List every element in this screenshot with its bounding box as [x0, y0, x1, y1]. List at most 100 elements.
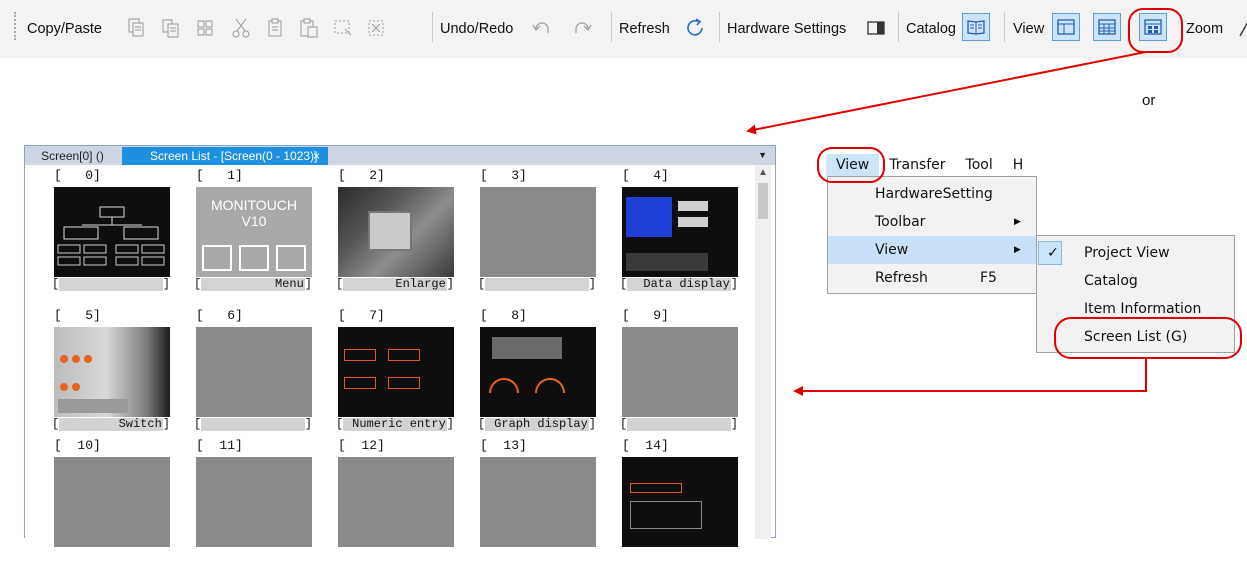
screen-thumbnail: [338, 457, 454, 547]
cpu-image: [368, 211, 412, 251]
toolbar-separator: [432, 12, 433, 42]
menu-h[interactable]: H: [1003, 154, 1034, 176]
redo-icon[interactable]: [570, 16, 594, 40]
value-box: [678, 217, 708, 227]
screen-item[interactable]: [ 5] [Switch]: [48, 305, 172, 435]
catalog-label: Catalog: [906, 0, 956, 58]
tab-screen-list[interactable]: Screen List - [Screen(0 - 1023)] ×: [122, 147, 328, 165]
screen-thumbnail: [196, 327, 312, 417]
menu-item-item-information[interactable]: Item Information: [1037, 295, 1234, 323]
text-box: [630, 483, 682, 493]
toolbar-grip[interactable]: [14, 12, 18, 40]
vertical-scrollbar[interactable]: ▲: [755, 165, 771, 539]
catalog-text: Catalog: [906, 21, 956, 37]
refresh-text: Refresh: [619, 21, 670, 37]
screen-thumbnail: [622, 187, 738, 277]
submenu-arrow-icon: ▶: [1014, 245, 1021, 255]
screen-item[interactable]: [ 9] []: [616, 305, 740, 435]
catalog-icon[interactable]: [962, 13, 990, 41]
view-text: View: [1013, 21, 1045, 37]
nav-bar: [626, 253, 708, 271]
check-icon: ✓: [1047, 245, 1059, 261]
menu-view[interactable]: View: [826, 154, 880, 176]
screen-item[interactable]: [ 8] [Graph display]: [474, 305, 598, 435]
menu-item-screen-list[interactable]: Screen List (G): [1037, 323, 1234, 351]
scroll-thumb[interactable]: [758, 183, 768, 219]
screen-item[interactable]: [ 2] [Enlarge]: [332, 165, 456, 295]
or-label: or: [1142, 92, 1156, 109]
table-box: [630, 501, 702, 529]
hardware-settings-icon[interactable]: [864, 16, 888, 40]
screen-list-window: Screen[0] () Screen List - [Screen(0 - 1…: [24, 145, 776, 547]
screen-name: [Numeric entry]: [336, 417, 454, 431]
tab-screen-0[interactable]: Screen[0] (): [25, 147, 120, 165]
menu-item-toolbar[interactable]: Toolbar ▶: [828, 208, 1036, 236]
hardware-settings-text: Hardware Settings: [727, 21, 847, 37]
select-area-icon[interactable]: [331, 16, 355, 40]
menu-item-project-view[interactable]: ✓ Project View: [1037, 239, 1234, 267]
refresh-label: Refresh: [619, 0, 670, 58]
screen-item[interactable]: [ 0] []: [48, 165, 172, 295]
menu-item-shortcut: F5: [980, 270, 997, 286]
screen-item[interactable]: [ 11]: [190, 435, 314, 565]
menu-tile: [202, 245, 232, 271]
menu-item-label: Catalog: [1084, 273, 1138, 289]
screen-item[interactable]: [ 4] [Data display]: [616, 165, 740, 295]
screen-thumbnail: [54, 327, 170, 417]
screen-number: [ 3]: [480, 168, 527, 183]
menu-item-label: Project View: [1084, 245, 1170, 261]
screen-item[interactable]: [ 6] []: [190, 305, 314, 435]
screen-item[interactable]: [ 1] MONITOUCH V10 [Menu]: [190, 165, 314, 295]
cut-icon[interactable]: [229, 16, 253, 40]
screen-item[interactable]: [ 3] []: [474, 165, 598, 295]
screen-thumbnail: [338, 187, 454, 277]
menu-transfer[interactable]: Transfer: [879, 154, 955, 176]
screen-number: [ 4]: [622, 168, 669, 183]
value-box: [678, 201, 708, 211]
tab-screen-list-label: Screen List - [Screen(0 - 1023)]: [150, 149, 318, 163]
screen-name: [Data display]: [620, 277, 738, 291]
screen-thumbnail: [480, 187, 596, 277]
copy-icon[interactable]: [124, 16, 148, 40]
menu-item-label: Toolbar: [875, 214, 926, 230]
screen-thumbnail: [622, 457, 738, 547]
screen-list[interactable]: [ 0] [] [1] MONITOUCH V10 [Menu] [2]…: [25, 165, 755, 547]
toolbar-separator: [1004, 12, 1005, 42]
screen-item[interactable]: [ 12]: [332, 435, 456, 565]
screen-item[interactable]: [ 13]: [474, 435, 598, 565]
toolbar-separator: [611, 12, 612, 42]
refresh-icon[interactable]: [684, 16, 708, 40]
clipboard-icon[interactable]: [263, 16, 287, 40]
menu-item-catalog[interactable]: Catalog: [1037, 267, 1234, 295]
zoom-text: Zoom: [1186, 21, 1224, 37]
tab-dropdown-icon[interactable]: ▼: [758, 150, 767, 160]
screen-item[interactable]: [ 10]: [48, 435, 172, 565]
screen-list-icon[interactable]: [1139, 13, 1167, 41]
screen-thumbnail: [196, 457, 312, 547]
view-menu: HardwareSetting Toolbar ▶ View ▶ Refresh…: [827, 176, 1037, 294]
menu-item-label: HardwareSetting: [875, 186, 993, 202]
undo-icon[interactable]: [530, 16, 554, 40]
screen-item[interactable]: [ 7] [Numeric entry]: [332, 305, 456, 435]
screen-item[interactable]: [ 14]: [616, 435, 740, 565]
project-view-icon[interactable]: [1052, 13, 1080, 41]
duplicate-icon[interactable]: [193, 16, 217, 40]
menu-item-refresh[interactable]: Refresh F5: [828, 264, 1036, 292]
deselect-icon[interactable]: [364, 16, 388, 40]
menu-tool[interactable]: Tool: [956, 154, 1003, 176]
menu-item-label: View: [875, 242, 909, 258]
numeric-box: [344, 377, 376, 389]
switch-lamp: [60, 355, 68, 363]
zoom-icon[interactable]: [1232, 16, 1247, 40]
close-icon[interactable]: ×: [313, 147, 320, 165]
data-panel: [626, 197, 672, 237]
menu-item-hardware-setting[interactable]: HardwareSetting: [828, 180, 1036, 208]
screen-number: [ 2]: [338, 168, 385, 183]
item-information-icon[interactable]: [1093, 13, 1121, 41]
screen-number: [ 1]: [196, 168, 243, 183]
scroll-up-icon[interactable]: ▲: [758, 167, 768, 178]
menu-item-view[interactable]: View ▶: [828, 236, 1036, 264]
paste-icon[interactable]: [159, 16, 183, 40]
paste-special-icon[interactable]: [297, 16, 321, 40]
screen-thumbnail: [622, 327, 738, 417]
